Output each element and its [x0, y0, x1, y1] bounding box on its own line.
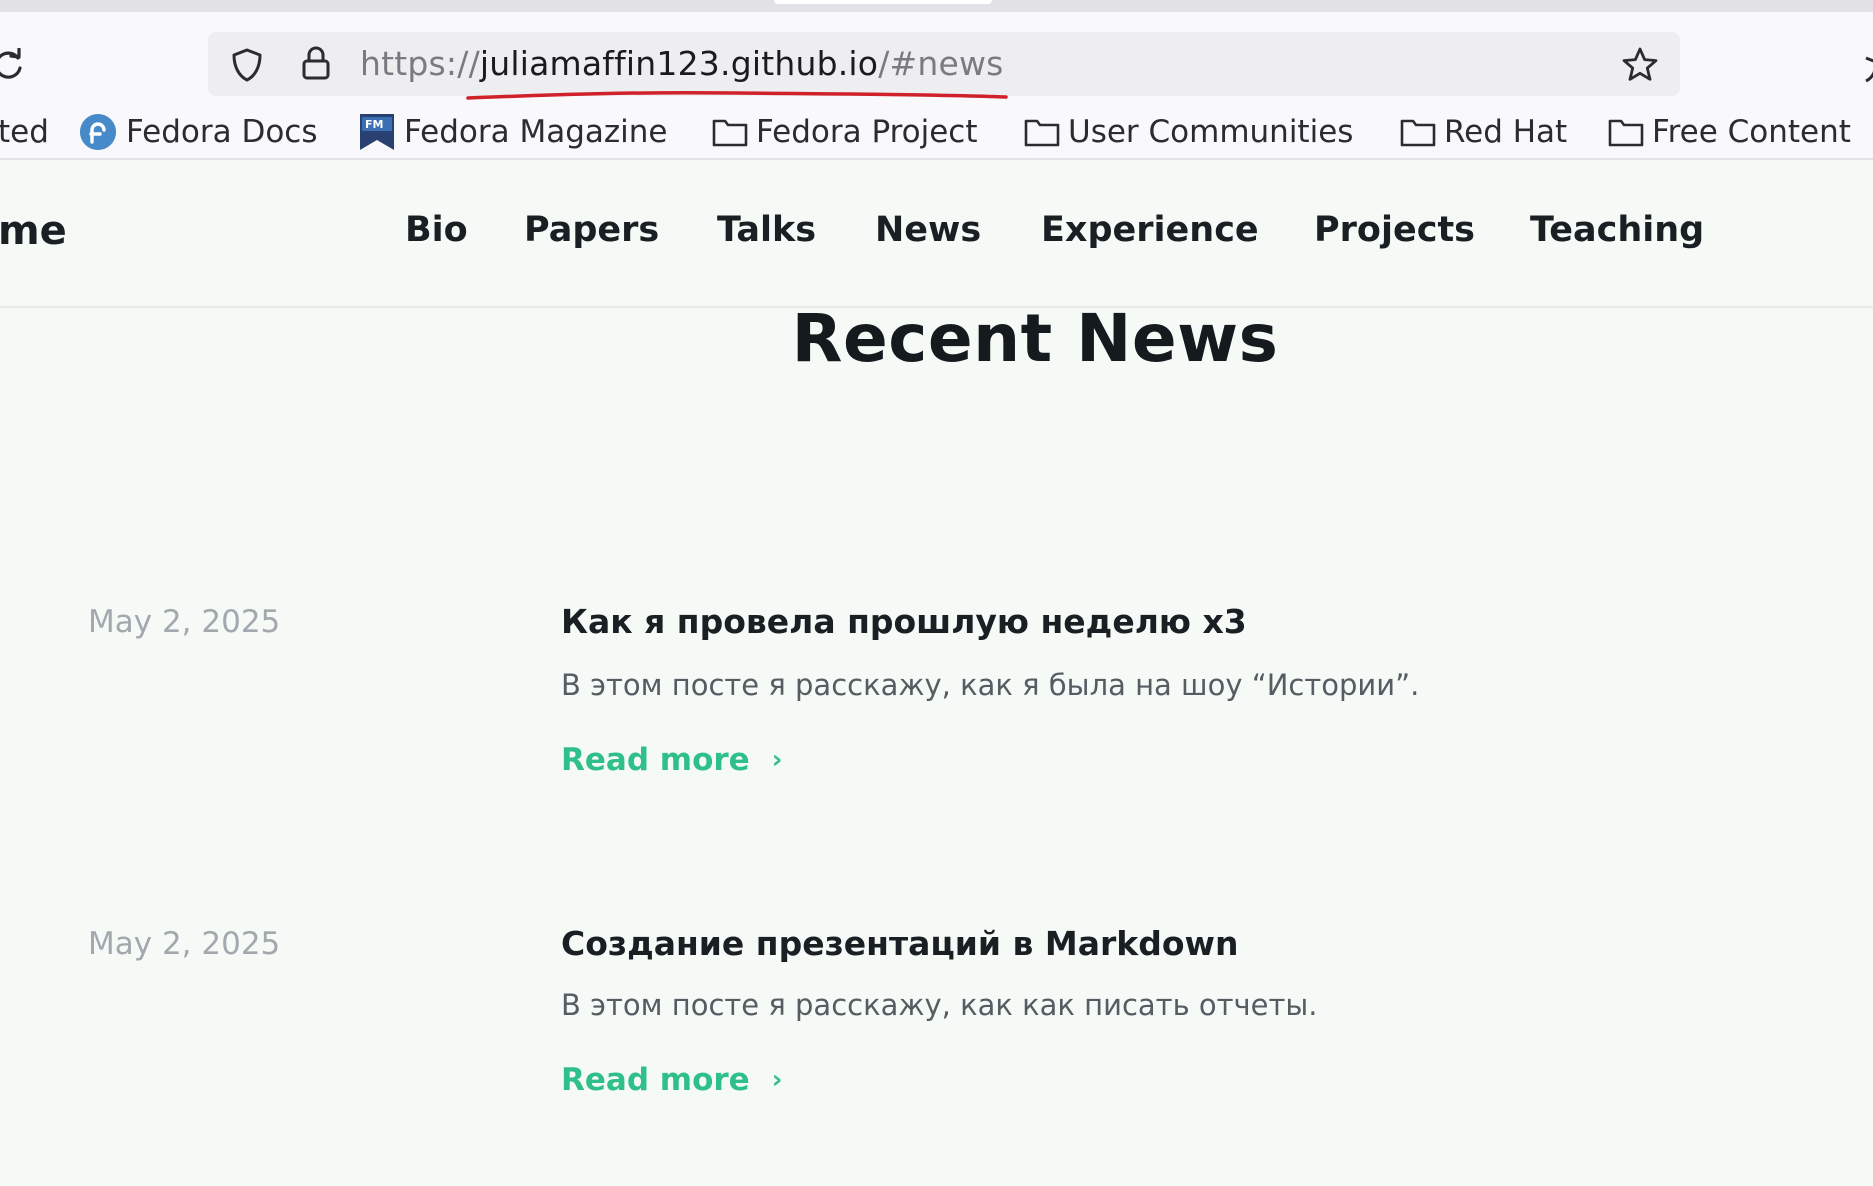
post-excerpt: В этом посте я расскажу, как я была на ш… [561, 668, 1420, 702]
post-title[interactable]: Создание презентаций в Markdown [561, 924, 1239, 963]
bookmark-label: User Communities [1068, 114, 1354, 150]
bookmark-fedora-docs[interactable]: Fedora Docs [78, 106, 317, 158]
bookmarks-toolbar: ted Fedora Docs FM Fedora Magazine Fedor… [0, 106, 1873, 160]
red-annotation-underline [466, 90, 1008, 100]
url-path: /#news [878, 44, 1004, 83]
address-bar[interactable]: https://juliamaffin123.github.io/#news [208, 32, 1680, 96]
read-more-label: Read more [561, 1062, 750, 1098]
chevron-right-icon: › [771, 745, 783, 775]
bookmark-item-truncated[interactable]: ted [0, 106, 49, 158]
reload-icon[interactable] [0, 48, 26, 82]
folder-icon [1024, 119, 1060, 147]
nav-experience[interactable]: Experience [1041, 210, 1259, 250]
bookmark-folder-free-content[interactable]: Free Content [1608, 106, 1851, 158]
bookmark-label: ted [0, 114, 49, 150]
svg-text:FM: FM [365, 118, 383, 131]
read-more-label: Read more [561, 742, 750, 778]
extension-icon[interactable] [1858, 50, 1873, 84]
post-date: May 2, 2025 [88, 604, 281, 640]
chevron-right-icon: › [771, 1065, 783, 1095]
bookmark-label: Free Content [1652, 114, 1851, 150]
nav-teaching[interactable]: Teaching [1530, 210, 1704, 250]
read-more-link[interactable]: Read more › [561, 742, 782, 778]
bookmark-star-icon[interactable] [1620, 45, 1660, 85]
bookmark-folder-fedora-project[interactable]: Fedora Project [712, 106, 978, 158]
active-tab-edge[interactable] [774, 0, 992, 4]
folder-icon [712, 119, 748, 147]
browser-toolbar: https://juliamaffin123.github.io/#news [0, 12, 1873, 106]
bookmark-label: Fedora Docs [126, 114, 318, 150]
section-title: Recent News [791, 300, 1279, 377]
folder-icon [1400, 119, 1436, 147]
bookmark-folder-user-communities[interactable]: User Communities [1024, 106, 1353, 158]
fedora-magazine-icon: FM [360, 114, 394, 150]
post-date: May 2, 2025 [88, 926, 281, 962]
nav-papers[interactable]: Papers [524, 210, 659, 250]
post-title[interactable]: Как я провела прошлую неделю x3 [561, 602, 1247, 641]
nav-projects[interactable]: Projects [1314, 210, 1475, 250]
bookmark-label: Red Hat [1444, 114, 1568, 150]
url-scheme: https:// [360, 44, 480, 83]
url-host: juliamaffin123.github.io [479, 44, 879, 83]
nav-news[interactable]: News [875, 210, 981, 250]
nav-talks[interactable]: Talks [717, 210, 816, 250]
post-excerpt: В этом посте я расскажу, как как писать … [561, 988, 1318, 1022]
window-top-strip [0, 0, 1873, 12]
fedora-icon [80, 114, 116, 150]
nav-bio[interactable]: Bio [405, 210, 468, 250]
bookmark-fedora-magazine[interactable]: FM Fedora Magazine [358, 106, 667, 158]
folder-icon [1608, 119, 1644, 147]
shield-icon[interactable] [228, 46, 266, 84]
lock-icon[interactable] [298, 44, 334, 82]
bookmark-folder-red-hat[interactable]: Red Hat [1400, 106, 1567, 158]
bookmark-label: Fedora Magazine [404, 114, 668, 150]
bookmark-label: Fedora Project [756, 114, 978, 150]
read-more-link[interactable]: Read more › [561, 1062, 782, 1098]
site-navbar: me Bio Papers Talks News Experience Proj… [0, 160, 1873, 308]
site-brand[interactable]: me [0, 208, 67, 254]
url-text[interactable]: https://juliamaffin123.github.io/#news [360, 44, 1004, 84]
